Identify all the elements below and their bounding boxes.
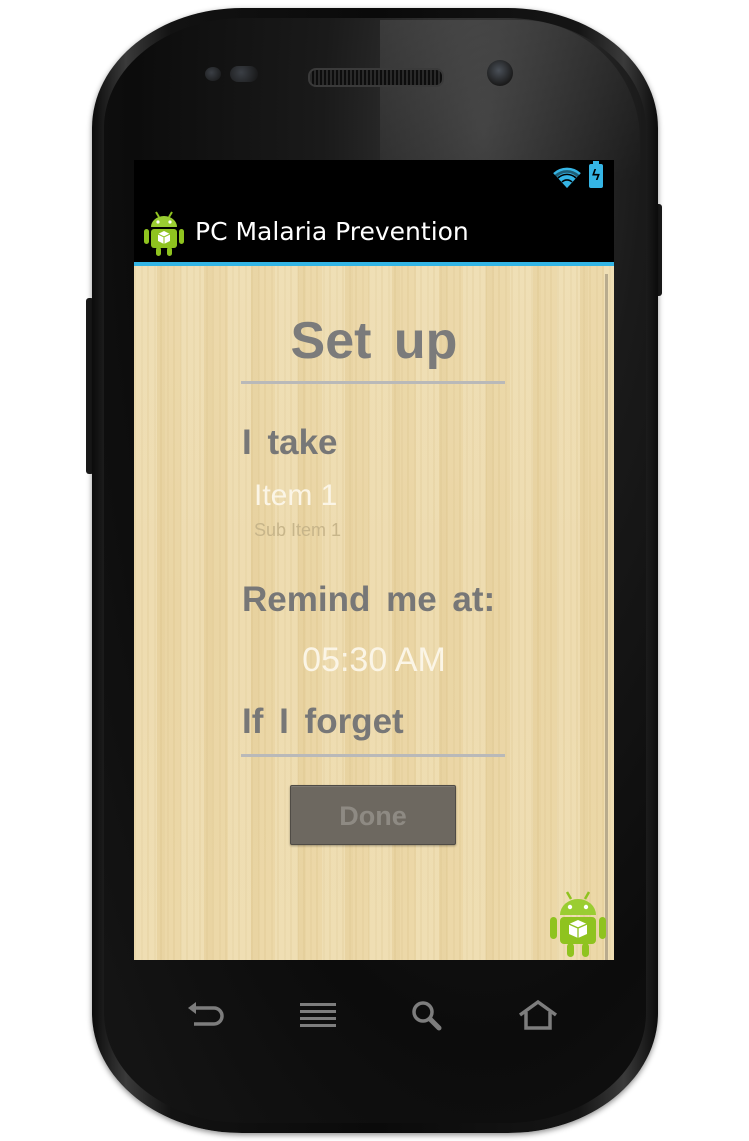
battery-charging-icon: ϟ [589,161,603,188]
setup-content: Set up I take Item 1 Sub Item 1 Remind m… [134,266,614,960]
earpiece-speaker [308,68,444,87]
proximity-sensor [205,67,221,81]
medication-spinner-subtext: Sub Item 1 [254,520,342,540]
menu-icon[interactable] [298,998,338,1034]
forget-label: If I forget [242,702,404,741]
app-title: PC Malaria Prevention [195,217,469,246]
reminder-time-picker[interactable]: 05:30 AM [134,640,614,680]
home-icon[interactable] [518,998,558,1034]
device-frame: ϟ PC Malaria Prevention Set up I take It… [0,0,749,1141]
medication-spinner[interactable]: Item 1 [254,478,337,514]
forget-divider [241,754,505,757]
screen: ϟ PC Malaria Prevention Set up I take It… [134,160,614,960]
android-robot-icon[interactable] [142,209,186,257]
page-title: Set up [290,312,458,370]
search-icon[interactable] [408,998,448,1034]
done-button[interactable]: Done [290,785,456,845]
light-sensor [230,66,258,82]
title-divider [241,381,505,384]
status-bar: ϟ [134,160,614,198]
take-label: I take [242,423,338,462]
wifi-icon [553,167,581,188]
scrollbar[interactable] [605,274,608,960]
back-icon[interactable] [184,998,224,1034]
android-robot-icon [550,891,606,957]
action-bar: PC Malaria Prevention [134,198,614,266]
front-camera [487,60,513,86]
remind-label: Remind me at: [242,580,496,619]
